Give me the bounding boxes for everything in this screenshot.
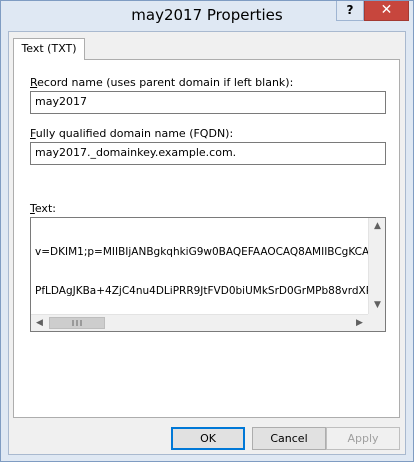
scroll-down-arrow-icon[interactable]: ▼ bbox=[369, 297, 386, 314]
fqdn-label: Fully qualified domain name (FQDN): bbox=[30, 127, 233, 140]
apply-button[interactable]: Apply bbox=[326, 427, 400, 450]
vertical-scrollbar[interactable]: ▲ ▼ bbox=[368, 218, 385, 314]
text-value-content: v=DKIM1;p=MIIBIjANBgkqhkiG9w0BAQEFAAOCAQ… bbox=[35, 220, 370, 310]
tab-panel: Record name (uses parent domain if left … bbox=[13, 59, 400, 418]
record-name-label-text: ecord name (uses parent domain if left b… bbox=[37, 76, 294, 89]
scroll-corner bbox=[368, 314, 385, 331]
scroll-up-arrow-icon[interactable]: ▲ bbox=[369, 218, 386, 235]
horizontal-scrollbar[interactable]: ◀ ▶ bbox=[31, 314, 368, 331]
grip-icon bbox=[72, 320, 82, 326]
text-label: Text: bbox=[30, 202, 56, 215]
close-button[interactable]: ✕ bbox=[364, 1, 409, 21]
cancel-button[interactable]: Cancel bbox=[252, 427, 326, 450]
help-button[interactable]: ? bbox=[336, 1, 364, 21]
record-name-input[interactable]: may2017 bbox=[30, 91, 386, 114]
text-value-line: v=DKIM1;p=MIIBIjANBgkqhkiG9w0BAQEFAAOCAQ… bbox=[35, 246, 370, 258]
fqdn-input[interactable]: may2017._domainkey.example.com. bbox=[30, 142, 386, 165]
text-value-textarea[interactable]: v=DKIM1;p=MIIBIjANBgkqhkiG9w0BAQEFAAOCAQ… bbox=[30, 217, 386, 332]
record-name-label: Record name (uses parent domain if left … bbox=[30, 76, 293, 89]
dialog-client-area: Text (TXT) Record name (uses parent doma… bbox=[8, 31, 406, 455]
ok-button[interactable]: OK bbox=[171, 427, 245, 450]
text-label-text: ext: bbox=[34, 202, 56, 215]
text-value-line: PfLDAgJKBa+4ZjC4nu4DLiPRR9JtFVD0biUMkSrD… bbox=[35, 285, 370, 297]
properties-dialog: may2017 Properties ? ✕ Text (TXT) Record… bbox=[0, 0, 414, 462]
close-icon: ✕ bbox=[380, 2, 393, 18]
fqdn-label-text: ully qualified domain name (FQDN): bbox=[35, 127, 234, 140]
title-bar[interactable]: may2017 Properties ? ✕ bbox=[1, 1, 413, 31]
scroll-right-arrow-icon[interactable]: ▶ bbox=[351, 315, 368, 332]
horizontal-scroll-thumb[interactable] bbox=[49, 317, 105, 329]
scroll-left-arrow-icon[interactable]: ◀ bbox=[31, 315, 48, 332]
tab-text-txt[interactable]: Text (TXT) bbox=[13, 38, 85, 60]
